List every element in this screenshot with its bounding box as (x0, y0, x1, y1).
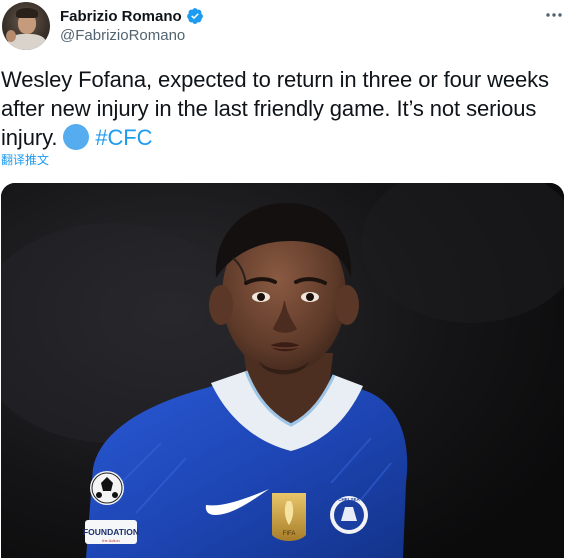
fifa-patch-label: FIFA (283, 531, 296, 537)
verified-badge-icon (186, 8, 203, 24)
blue-circle-emoji-icon (63, 124, 90, 150)
hashtag-link[interactable]: #CFC (95, 125, 152, 150)
author-avatar[interactable] (2, 2, 50, 50)
tweet-media-photo[interactable]: FIFA CHELSEA FOUNDATION the Action (1, 183, 564, 558)
tweet-text: Wesley Fofana, expected to return in thr… (1, 65, 563, 152)
player-photo-illustration: FIFA CHELSEA FOUNDATION the Action (1, 183, 564, 558)
crest-label: CHELSEA (338, 497, 360, 502)
foundation-patch-label: FOUNDATION (83, 527, 139, 537)
avatar-hand (6, 30, 16, 42)
svg-text:the Action: the Action (102, 538, 120, 543)
author-display-name[interactable]: Fabrizio Romano (60, 8, 182, 25)
tweet-card[interactable]: Fabrizio Romano @FabrizioRomano Wesley F… (0, 0, 564, 558)
translate-tweet-link[interactable]: 翻译推文 (1, 151, 49, 168)
more-horizontal-icon[interactable] (544, 7, 564, 23)
author-name-row: Fabrizio Romano (60, 6, 204, 26)
author-handle[interactable]: @FabrizioRomano (60, 27, 185, 44)
avatar-hair (16, 8, 38, 18)
